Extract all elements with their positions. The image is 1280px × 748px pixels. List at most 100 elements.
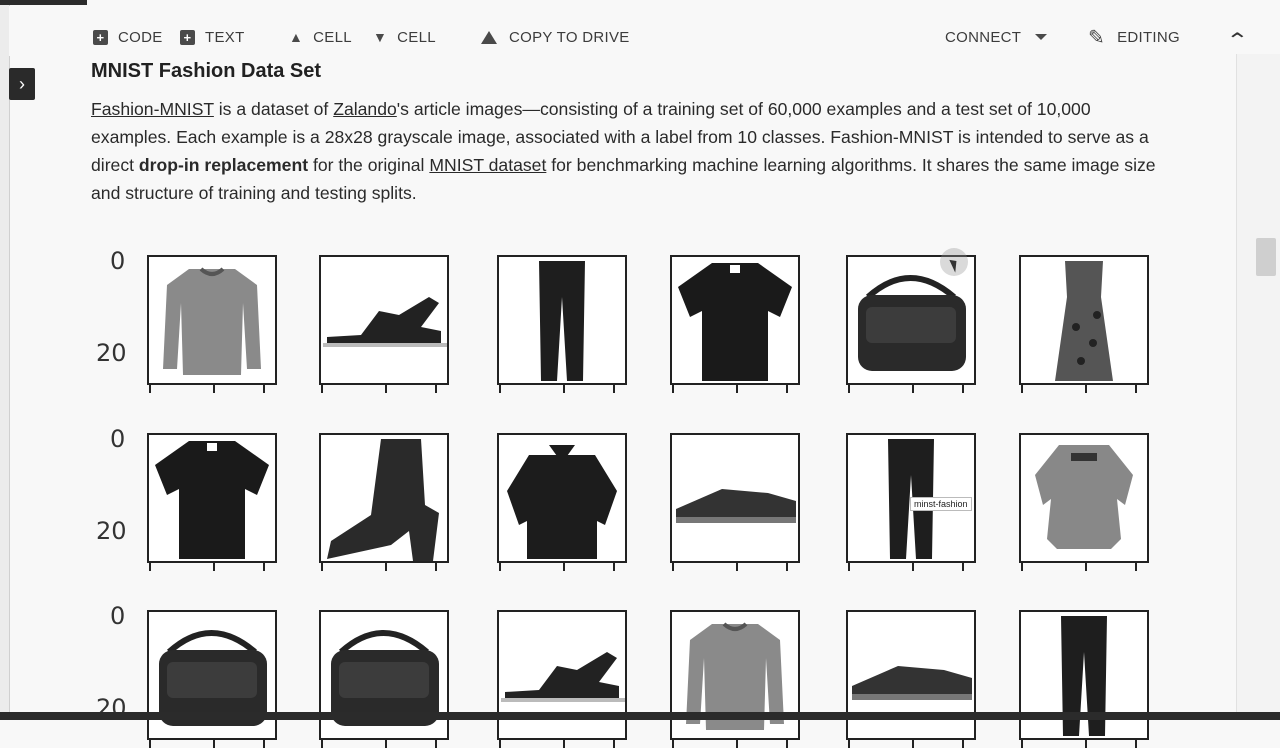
x-axis-tick <box>1085 563 1087 571</box>
x-axis-tick <box>786 740 788 748</box>
plus-icon: + <box>93 29 108 45</box>
editing-mode-button[interactable]: ✎ EDITING <box>1088 24 1180 50</box>
x-axis-tick <box>385 385 387 393</box>
x-axis-tick <box>962 563 964 571</box>
x-axis-tick <box>962 385 964 393</box>
x-axis-tick <box>672 385 674 393</box>
x-axis-tick <box>499 563 501 571</box>
text-span: is a dataset of <box>213 99 334 119</box>
plus-icon: + <box>180 29 195 45</box>
x-axis-tick <box>499 740 501 748</box>
fashion-image-sneaker-image <box>670 433 800 563</box>
x-axis-tick <box>213 385 215 393</box>
fashion-image-pullover-image <box>670 610 800 740</box>
add-code-label: CODE <box>118 28 163 46</box>
bold-text: drop-in replacement <box>138 155 309 175</box>
x-axis-tick <box>263 740 265 748</box>
cell-up-label: CELL <box>313 28 352 46</box>
x-axis-tick <box>672 740 674 748</box>
top-image-graphic <box>1035 445 1133 549</box>
copy-to-drive-button[interactable]: COPY TO DRIVE <box>481 24 630 50</box>
collapse-toolbar-chevron-up-icon[interactable]: ⌃ <box>1226 28 1249 53</box>
y-tick-label-0: 0 <box>110 425 126 453</box>
bottom-bar <box>0 712 1280 720</box>
x-axis-tick <box>563 385 565 393</box>
x-axis-tick <box>736 740 738 748</box>
add-text-button[interactable]: + TEXT <box>180 24 245 50</box>
x-axis-tick <box>1135 740 1137 748</box>
x-axis-tick <box>613 740 615 748</box>
fashion-image-dress-image <box>1019 255 1149 385</box>
y-tick-label-0: 0 <box>110 247 126 275</box>
fashion-image-top-image <box>1019 433 1149 563</box>
x-axis-tick <box>149 563 151 571</box>
x-axis-tick <box>1021 740 1023 748</box>
x-axis-tick <box>912 740 914 748</box>
x-axis-tick <box>385 563 387 571</box>
cell-title: MNIST Fashion Data Set <box>91 60 322 82</box>
fashion-mnist-link[interactable]: Fashion-MNIST <box>91 99 214 119</box>
x-axis-tick <box>321 740 323 748</box>
fashion-image-tshirt-image <box>670 255 800 385</box>
pullover-image-graphic <box>163 267 261 375</box>
x-axis-tick <box>321 563 323 571</box>
notebook-toolbar: + CODE + TEXT ▲ CELL ▼ CELL COPY TO DRIV… <box>9 6 1280 56</box>
connect-button[interactable]: CONNECT <box>945 24 1048 50</box>
left-edge <box>0 0 10 720</box>
x-axis-tick <box>613 563 615 571</box>
x-axis-tick <box>263 385 265 393</box>
fashion-image-tshirt-image <box>147 433 277 563</box>
x-axis-tick <box>912 563 914 571</box>
x-axis-tick <box>848 385 850 393</box>
x-axis-tick <box>848 740 850 748</box>
pencil-icon: ✎ <box>1088 26 1106 49</box>
scrollbar-thumb[interactable] <box>1256 238 1276 276</box>
expand-sidebar-button[interactable]: › <box>9 68 35 100</box>
x-axis-tick <box>563 563 565 571</box>
x-axis-tick <box>786 563 788 571</box>
fashion-image-sandal-image <box>319 255 449 385</box>
fashion-image-ankle-boot-image <box>319 433 449 563</box>
arrow-down-icon: ▼ <box>373 29 388 45</box>
mnist-dataset-link[interactable]: MNIST dataset <box>429 155 546 175</box>
y-tick-label-0: 0 <box>110 602 126 630</box>
x-axis-tick <box>1085 385 1087 393</box>
connect-label: CONNECT <box>945 28 1022 46</box>
add-code-button[interactable]: + CODE <box>93 24 163 50</box>
tshirt-image-graphic <box>155 441 269 559</box>
top-left-bar <box>0 0 87 5</box>
x-axis-tick <box>213 563 215 571</box>
x-axis-tick <box>786 385 788 393</box>
text-span: for the original <box>308 155 430 175</box>
cell-description: Fashion-MNIST is a dataset of Zalando's … <box>91 95 1171 207</box>
x-axis-tick <box>435 563 437 571</box>
fashion-image-sneaker-image <box>846 610 976 740</box>
x-axis-tick <box>1021 563 1023 571</box>
fashion-image-trouser-image <box>1019 610 1149 740</box>
add-text-label: TEXT <box>205 28 245 46</box>
x-axis-tick <box>672 563 674 571</box>
move-cell-up-button[interactable]: ▲ CELL <box>289 24 352 50</box>
x-axis-tick <box>213 740 215 748</box>
zalando-link[interactable]: Zalando <box>333 99 397 119</box>
sandal-image-graphic <box>323 297 447 347</box>
fashion-image-trouser-image <box>497 255 627 385</box>
x-axis-tick <box>736 385 738 393</box>
drive-icon <box>481 30 497 44</box>
x-axis-tick <box>563 740 565 748</box>
y-tick-label-20: 20 <box>96 339 127 367</box>
ankle-boot-image-graphic <box>327 439 439 561</box>
x-axis-tick <box>435 385 437 393</box>
move-cell-down-button[interactable]: ▼ CELL <box>373 24 436 50</box>
x-axis-tick <box>1135 563 1137 571</box>
x-axis-tick <box>848 563 850 571</box>
x-axis-tick <box>962 740 964 748</box>
x-axis-tick <box>613 385 615 393</box>
copy-to-drive-label: COPY TO DRIVE <box>509 28 630 46</box>
fashion-image-bag-image <box>147 610 277 740</box>
editing-label: EDITING <box>1117 28 1180 46</box>
x-axis-tick <box>1021 385 1023 393</box>
fashion-image-bag-image <box>319 610 449 740</box>
x-axis-tick <box>385 740 387 748</box>
x-axis-tick <box>435 740 437 748</box>
